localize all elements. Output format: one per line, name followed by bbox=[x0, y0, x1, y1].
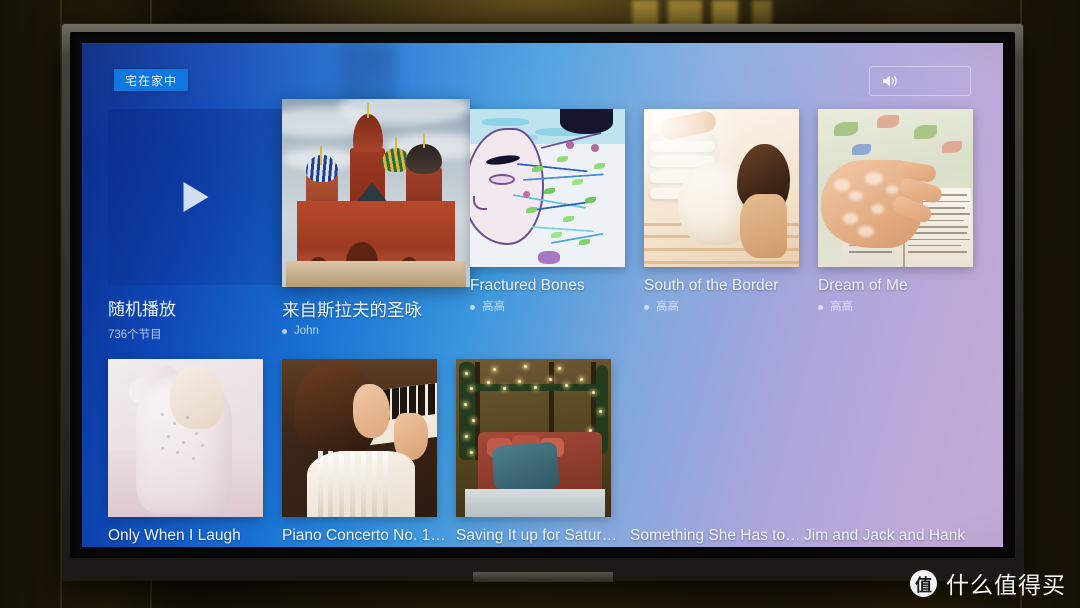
album-artist-row: 高高 bbox=[470, 301, 638, 314]
album-title: Piano Concerto No. 1… bbox=[282, 527, 446, 544]
album-art-christmas-bed-lights[interactable] bbox=[456, 359, 611, 517]
album-meta: Dream of Me 高高 bbox=[818, 277, 994, 314]
television-set: 宅在家中 随机播放 736个节目 来自斯拉夫的圣咏 John Fractured… bbox=[62, 24, 1023, 582]
album-title: Jim and Jack and Hank bbox=[804, 527, 966, 544]
album-meta: 来自斯拉夫的圣咏 John bbox=[282, 301, 472, 338]
album-artist-row: John bbox=[282, 325, 464, 338]
shuffle-play-card[interactable]: 随机播放 736个节目 bbox=[108, 109, 284, 342]
shuffle-tile[interactable] bbox=[108, 109, 284, 285]
album-art-st-basils-cathedral[interactable] bbox=[282, 99, 470, 287]
album-art-woman-at-piano[interactable] bbox=[282, 359, 437, 517]
bullet-dot-icon bbox=[470, 305, 475, 310]
watermark: 值 什么值得买 bbox=[910, 566, 1066, 600]
album-meta: Fractured Bones 高高 bbox=[470, 277, 646, 314]
album-meta: Only When I Laugh 六一乐 bbox=[108, 527, 284, 547]
shuffle-count: 736个节目 bbox=[108, 329, 162, 341]
album-artist: John bbox=[294, 325, 319, 337]
content-grid: 随机播放 736个节目 来自斯拉夫的圣咏 John Fractured Bone… bbox=[82, 99, 1003, 547]
content-row-featured: 随机播放 736个节目 来自斯拉夫的圣咏 John Fractured Bone… bbox=[82, 99, 1003, 342]
watermark-text: 什么值得买 bbox=[946, 572, 1066, 598]
album-card[interactable]: 来自斯拉夫的圣咏 John bbox=[282, 99, 472, 342]
bullet-dot-icon bbox=[818, 305, 823, 310]
album-meta: Piano Concerto No. 1… JYoung bbox=[282, 527, 458, 547]
play-triangle-icon bbox=[183, 182, 209, 212]
album-meta: Saving It up for Satur… 高高 bbox=[456, 527, 632, 547]
album-card[interactable]: Dream of Me 高高 bbox=[818, 109, 994, 342]
bullet-dot-icon bbox=[644, 305, 649, 310]
album-card[interactable]: Fractured Bones 高高 bbox=[470, 109, 646, 342]
album-card[interactable]: South of the Border 高高 bbox=[644, 109, 820, 342]
album-meta: Something She Has to… 高高 bbox=[630, 527, 806, 547]
volume-button[interactable] bbox=[869, 66, 971, 96]
album-art-illustrated-face-ferns[interactable] bbox=[470, 109, 625, 267]
tv-bezel-inner: 宅在家中 随机播放 736个节目 来自斯拉夫的圣咏 John Fractured… bbox=[70, 32, 1015, 558]
album-card[interactable]: Jim and Jack and Hank YL bbox=[804, 359, 980, 547]
shuffle-meta: 随机播放 736个节目 bbox=[108, 295, 284, 342]
album-artist: 高高 bbox=[482, 301, 505, 313]
album-card[interactable]: Something She Has to… 高高 bbox=[630, 359, 806, 547]
album-title: Fractured Bones bbox=[470, 277, 585, 294]
content-row-second: Only When I Laugh 六一乐 bbox=[82, 359, 1003, 547]
album-meta: Jim and Jack and Hank YL bbox=[804, 527, 980, 547]
album-artist: 高高 bbox=[830, 301, 853, 313]
app-top-bar: 宅在家中 bbox=[82, 43, 1003, 115]
home-badge[interactable]: 宅在家中 bbox=[114, 69, 189, 91]
speaker-volume-icon bbox=[882, 74, 899, 88]
album-card[interactable]: Piano Concerto No. 1… JYoung bbox=[282, 359, 458, 547]
album-art-hand-on-open-book[interactable] bbox=[818, 109, 973, 267]
album-title: South of the Border bbox=[644, 277, 779, 294]
album-artist-row: 高高 bbox=[644, 301, 812, 314]
album-meta: South of the Border 高高 bbox=[644, 277, 820, 314]
album-artist: 高高 bbox=[656, 301, 679, 313]
shuffle-title: 随机播放 bbox=[108, 300, 176, 319]
album-art-woman-white-deck-chair[interactable] bbox=[644, 109, 799, 267]
album-title: Only When I Laugh bbox=[108, 527, 241, 544]
watermark-logo: 值 bbox=[910, 569, 937, 597]
album-title: Something She Has to… bbox=[630, 527, 798, 544]
album-title: Dream of Me bbox=[818, 277, 908, 294]
album-title: 来自斯拉夫的圣咏 bbox=[282, 301, 422, 319]
album-title: Saving It up for Satur… bbox=[456, 527, 618, 544]
album-card[interactable]: Saving It up for Satur… 高高 bbox=[456, 359, 632, 547]
album-artist-row: 高高 bbox=[818, 301, 986, 314]
room-photo-backdrop: 宅在家中 随机播放 736个节目 来自斯拉夫的圣咏 John Fractured… bbox=[0, 0, 1080, 608]
album-card[interactable]: Only When I Laugh 六一乐 bbox=[108, 359, 284, 547]
bullet-dot-icon bbox=[282, 329, 287, 334]
tv-stand bbox=[472, 572, 613, 582]
tv-screen: 宅在家中 随机播放 736个节目 来自斯拉夫的圣咏 John Fractured… bbox=[82, 43, 1003, 547]
album-art-pale-portrait-lace[interactable] bbox=[108, 359, 263, 517]
